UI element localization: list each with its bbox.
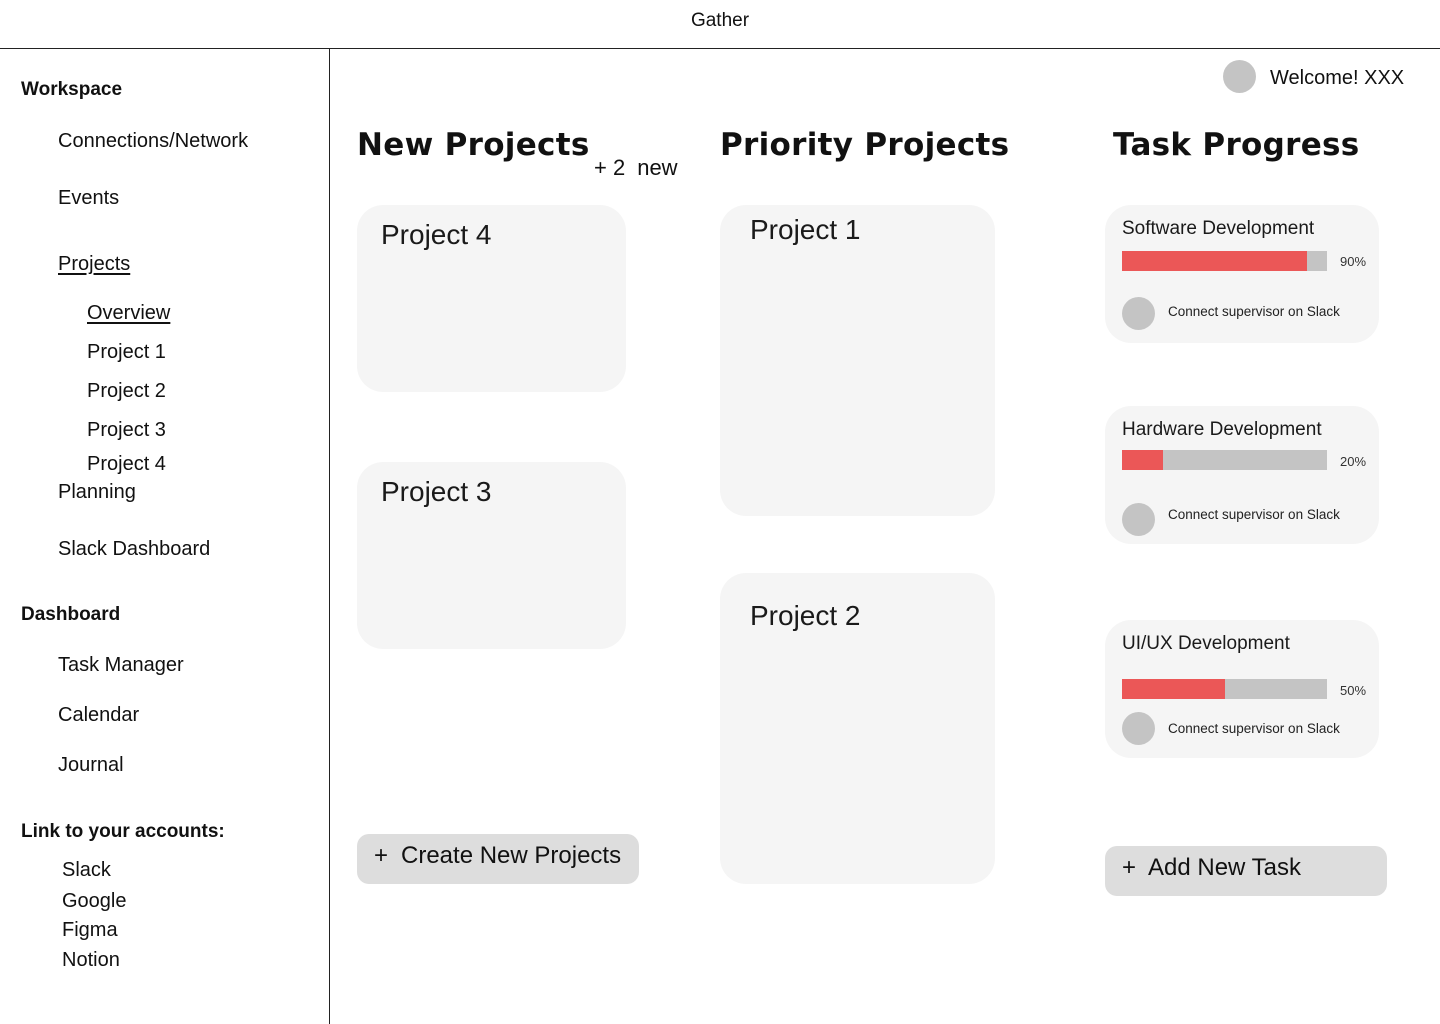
sidebar-subitem-project-2[interactable]: Project 2 [87,380,166,403]
sidebar-subitem-project-4[interactable]: Project 4 [87,453,166,476]
account-link-notion[interactable]: Notion [62,949,120,972]
progress-bar [1122,450,1327,470]
sidebar-subitem-overview[interactable]: Overview [87,302,170,325]
connect-supervisor-link[interactable]: Connect supervisor on Slack [1168,507,1340,522]
welcome-text: Welcome! XXX [1270,67,1405,89]
progress-percent: 90% [1340,254,1367,269]
priority-card-title: Project 1 [750,214,861,245]
supervisor-avatar [1122,297,1155,330]
task-card-uiux-development[interactable]: UI/UX Development 50% Connect supervisor… [1105,620,1379,758]
new-count-label: new [637,155,678,180]
progress-bar-fill [1122,679,1225,699]
new-projects-count: + 2 new [594,155,678,181]
plus-icon: + [374,842,389,869]
project-card-title: Project 4 [381,219,492,250]
progress-bar [1122,251,1327,271]
task-title: UI/UX Development [1122,633,1290,654]
progress-bar [1122,679,1327,699]
account-link-google[interactable]: Google [62,890,127,913]
progress-bar-fill [1122,450,1163,470]
task-card-software-development[interactable]: Software Development 90% Connect supervi… [1105,205,1379,343]
new-count-number: + 2 [594,155,626,180]
create-new-projects-label: Create New Projects [401,842,622,869]
sidebar-item-planning[interactable]: Planning [58,481,136,504]
priority-projects-heading: Priority Projects [720,127,1010,163]
progress-percent: 50% [1340,683,1367,698]
task-progress-heading: Task Progress [1113,127,1360,163]
connect-supervisor-link[interactable]: Connect supervisor on Slack [1168,304,1340,319]
project-card-project-3[interactable]: Project 3 [357,462,626,649]
top-bar: Gather [0,0,1440,49]
sidebar-item-events[interactable]: Events [58,187,119,210]
add-new-task-button[interactable]: + Add New Task [1105,846,1387,896]
project-card-title: Project 3 [381,476,492,507]
supervisor-avatar [1122,503,1155,536]
sidebar-item-task-manager[interactable]: Task Manager [58,654,184,677]
task-title: Software Development [1122,218,1315,239]
sidebar: Workspace Connections/Network Events Pro… [0,49,330,1024]
add-new-task-label: Add New Task [1148,854,1301,881]
sidebar-subitem-project-1[interactable]: Project 1 [87,341,166,364]
connect-supervisor-link[interactable]: Connect supervisor on Slack [1168,721,1340,736]
account-link-slack[interactable]: Slack [62,859,111,882]
user-avatar[interactable] [1223,60,1256,93]
sidebar-item-connections[interactable]: Connections/Network [58,130,248,153]
new-projects-heading: New Projects [357,127,590,163]
task-card-hardware-development[interactable]: Hardware Development 20% Connect supervi… [1105,406,1379,544]
create-new-projects-button[interactable]: + Create New Projects [357,834,639,884]
sidebar-item-projects[interactable]: Projects [58,253,130,276]
progress-bar-fill [1122,251,1307,271]
supervisor-avatar [1122,712,1155,745]
sidebar-item-calendar[interactable]: Calendar [58,704,139,727]
priority-card-title: Project 2 [750,600,861,631]
sidebar-subitem-project-3[interactable]: Project 3 [87,419,166,442]
accounts-heading: Link to your accounts: [21,821,225,842]
priority-card-project-1[interactable]: Project 1 [720,205,995,516]
sidebar-item-slack-dashboard[interactable]: Slack Dashboard [58,538,210,561]
sidebar-item-journal[interactable]: Journal [58,754,124,777]
plus-icon: + [1122,854,1137,881]
account-link-figma[interactable]: Figma [62,919,118,942]
progress-percent: 20% [1340,454,1367,469]
task-title: Hardware Development [1122,419,1322,440]
project-card-project-4[interactable]: Project 4 [357,205,626,392]
dashboard-heading: Dashboard [21,604,121,625]
app-title: Gather [690,10,750,31]
priority-card-project-2[interactable]: Project 2 [720,573,995,884]
workspace-heading: Workspace [21,79,123,100]
